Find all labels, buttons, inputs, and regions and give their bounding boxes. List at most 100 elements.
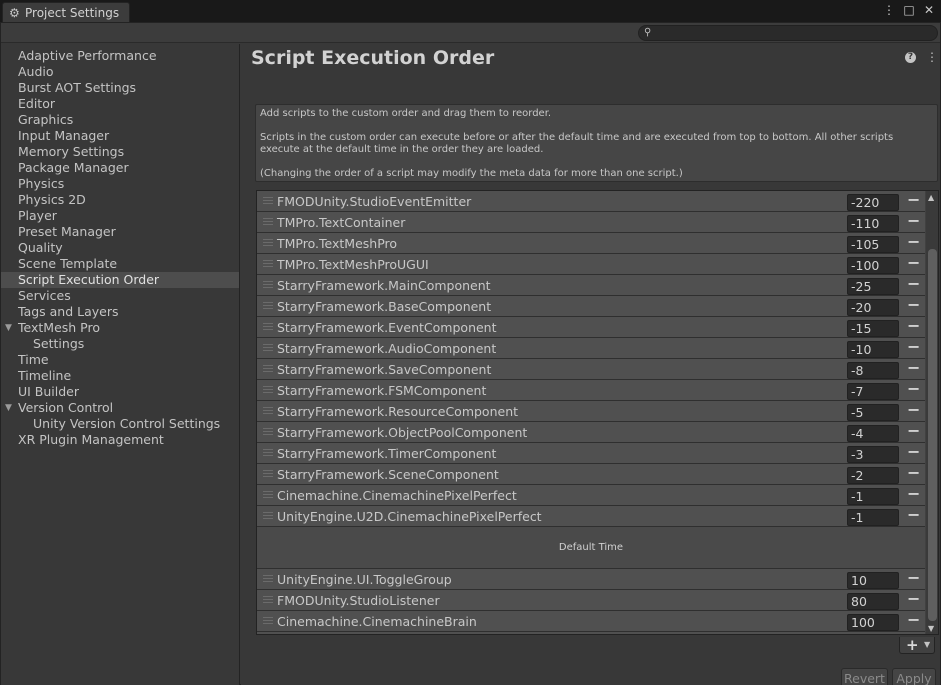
script-row[interactable]: TMPro.TextContainer -110− — [257, 212, 925, 233]
remove-script-button[interactable]: − — [907, 633, 920, 635]
close-icon[interactable]: ✕ — [923, 3, 935, 17]
scrollbar[interactable]: ▲ ▼ — [926, 191, 938, 634]
script-row[interactable]: Cinemachine.CinemachinePixelPerfect -1− — [257, 485, 925, 506]
script-row[interactable]: StarryFramework.SceneComponent -2− — [257, 464, 925, 485]
remove-script-button[interactable]: − — [907, 465, 920, 482]
script-row[interactable]: FMODUnity.StudioEventEmitter -220− — [257, 191, 925, 212]
drag-handle-icon[interactable] — [263, 281, 273, 288]
sidebar-item[interactable]: Memory Settings — [1, 144, 239, 160]
execution-order-field[interactable]: -4 — [847, 425, 899, 442]
script-row[interactable]: TMPro.TextMeshProUGUI -100− — [257, 254, 925, 275]
sidebar-item[interactable]: ▼ Version Control — [1, 400, 239, 416]
scrollbar-thumb[interactable] — [928, 249, 937, 621]
remove-script-button[interactable]: − — [907, 213, 920, 230]
sidebar-item[interactable]: Preset Manager — [1, 224, 239, 240]
sidebar-item[interactable]: Services — [1, 288, 239, 304]
drag-handle-icon[interactable] — [263, 302, 273, 309]
execution-order-field[interactable]: -100 — [847, 257, 899, 274]
script-row[interactable]: UnityEngine.UI.ToggleGroup 10− — [257, 569, 925, 590]
execution-order-field[interactable]: -5 — [847, 404, 899, 421]
execution-order-field[interactable]: -1 — [847, 488, 899, 505]
execution-order-field[interactable]: -10 — [847, 341, 899, 358]
execution-order-field[interactable]: 80 — [847, 593, 899, 610]
chevron-down-icon[interactable]: ▼ — [924, 640, 930, 649]
execution-order-field[interactable]: -105 — [847, 236, 899, 253]
script-row[interactable]: StarryFramework.AudioComponent -10− — [257, 338, 925, 359]
sidebar-item[interactable]: XR Plugin Management — [1, 432, 239, 448]
execution-order-field[interactable]: -3 — [847, 446, 899, 463]
execution-order-field[interactable]: 10 — [847, 572, 899, 589]
window-tab[interactable]: ⚙ Project Settings — [2, 2, 130, 23]
scroll-up-icon[interactable]: ▲ — [928, 193, 934, 202]
remove-script-button[interactable]: − — [907, 486, 920, 503]
sidebar-item[interactable]: Time — [1, 352, 239, 368]
drag-handle-icon[interactable] — [263, 407, 273, 414]
sidebar-item[interactable]: Package Manager — [1, 160, 239, 176]
script-row[interactable]: StarryFramework.EventComponent -15− — [257, 317, 925, 338]
sidebar-item[interactable]: Adaptive Performance — [1, 48, 239, 64]
remove-script-button[interactable]: − — [907, 192, 920, 209]
fold-arrow-icon[interactable]: ▼ — [5, 400, 12, 416]
script-row[interactable]: StarryFramework.ObjectPoolComponent -4− — [257, 422, 925, 443]
drag-handle-icon[interactable] — [263, 512, 273, 519]
sidebar-item[interactable]: Physics — [1, 176, 239, 192]
script-row[interactable]: FMODUnity.StudioListener 80− — [257, 590, 925, 611]
execution-order-field[interactable]: -7 — [847, 383, 899, 400]
remove-script-button[interactable]: − — [907, 591, 920, 608]
sidebar-item[interactable]: Burst AOT Settings — [1, 80, 239, 96]
remove-script-button[interactable]: − — [907, 381, 920, 398]
drag-handle-icon[interactable] — [263, 197, 273, 204]
sidebar-item[interactable]: Quality — [1, 240, 239, 256]
script-row[interactable]: Cinemachine.CinemachineBrain 100− — [257, 611, 925, 632]
sidebar-item[interactable]: Editor — [1, 96, 239, 112]
more-options-icon[interactable]: ⋮ — [926, 51, 938, 63]
drag-handle-icon[interactable] — [263, 575, 273, 582]
script-row[interactable]: StarryFramework.TimerComponent -3− — [257, 443, 925, 464]
drag-handle-icon[interactable] — [263, 386, 273, 393]
script-row[interactable]: StarryFramework.FSMComponent -7− — [257, 380, 925, 401]
scroll-down-icon[interactable]: ▼ — [928, 624, 934, 633]
sidebar-item[interactable]: Audio — [1, 64, 239, 80]
sidebar-item[interactable]: Tags and Layers — [1, 304, 239, 320]
execution-order-field[interactable]: -110 — [847, 215, 899, 232]
remove-script-button[interactable]: − — [907, 507, 920, 524]
sidebar-item[interactable]: Scene Template — [1, 256, 239, 272]
sidebar-item[interactable]: Input Manager — [1, 128, 239, 144]
sidebar-item[interactable]: Physics 2D — [1, 192, 239, 208]
more-options-icon[interactable]: ⋮ — [883, 3, 895, 17]
script-row[interactable]: StarryFramework.ResourceComponent -5− — [257, 401, 925, 422]
remove-script-button[interactable]: − — [907, 318, 920, 335]
drag-handle-icon[interactable] — [263, 596, 273, 603]
revert-button[interactable]: Revert — [841, 668, 888, 685]
sidebar-item[interactable]: Timeline — [1, 368, 239, 384]
drag-handle-icon[interactable] — [263, 365, 273, 372]
execution-order-field[interactable]: -15 — [847, 320, 899, 337]
search-input[interactable]: ⚲ — [638, 25, 938, 41]
drag-handle-icon[interactable] — [263, 323, 273, 330]
remove-script-button[interactable]: − — [907, 297, 920, 314]
sidebar-item[interactable]: Player — [1, 208, 239, 224]
fold-arrow-icon[interactable]: ▼ — [5, 320, 12, 336]
remove-script-button[interactable]: − — [907, 234, 920, 251]
add-script-button[interactable]: + — [906, 636, 919, 654]
remove-script-button[interactable]: − — [907, 423, 920, 440]
execution-order-field[interactable]: -2 — [847, 467, 899, 484]
remove-script-button[interactable]: − — [907, 360, 920, 377]
sidebar-item[interactable]: Graphics — [1, 112, 239, 128]
execution-order-field[interactable]: -220 — [847, 194, 899, 211]
script-row[interactable]: TMPro.TextMeshPro -105− — [257, 233, 925, 254]
sidebar-item[interactable]: ▼ TextMesh Pro — [1, 320, 239, 336]
remove-script-button[interactable]: − — [907, 276, 920, 293]
script-row[interactable]: FMODUnity.RuntimeManager− — [257, 632, 925, 635]
sidebar-item[interactable]: UI Builder — [1, 384, 239, 400]
drag-handle-icon[interactable] — [263, 449, 273, 456]
drag-handle-icon[interactable] — [263, 470, 273, 477]
drag-handle-icon[interactable] — [263, 239, 273, 246]
execution-order-field[interactable]: -8 — [847, 362, 899, 379]
remove-script-button[interactable]: − — [907, 402, 920, 419]
sidebar-item[interactable]: Script Execution Order — [1, 272, 239, 288]
drag-handle-icon[interactable] — [263, 491, 273, 498]
remove-script-button[interactable]: − — [907, 570, 920, 587]
drag-handle-icon[interactable] — [263, 617, 273, 624]
script-row[interactable]: StarryFramework.SaveComponent -8− — [257, 359, 925, 380]
